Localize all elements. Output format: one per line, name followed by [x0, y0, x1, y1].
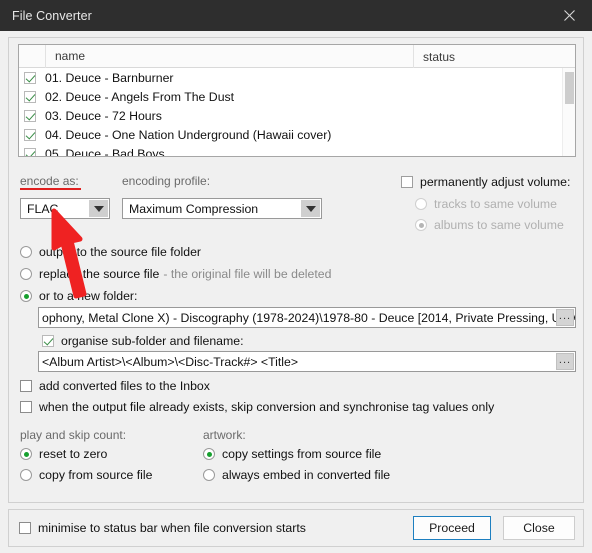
- row-checkbox[interactable]: [24, 109, 36, 122]
- checkbox-box[interactable]: [401, 176, 413, 188]
- radio-circle[interactable]: [20, 448, 32, 460]
- file-list-body: 01. Deuce - Barnburner 02. Deuce - Angel…: [19, 68, 575, 157]
- encode-as-underline-annotation: [20, 188, 81, 190]
- encode-as-label: encode as:: [20, 174, 79, 188]
- replace-source-file-hint: - the original file will be deleted: [163, 267, 332, 281]
- column-header-status[interactable]: status: [413, 45, 455, 68]
- row-checkbox[interactable]: [24, 90, 36, 103]
- table-row[interactable]: 03. Deuce - 72 Hours: [19, 106, 575, 125]
- row-checkbox[interactable]: [24, 147, 36, 156]
- radio-circle[interactable]: [203, 448, 215, 460]
- new-folder-radio[interactable]: or to a new folder:: [20, 289, 137, 303]
- file-list[interactable]: name status 01. Deuce - Barnburner 02. D…: [18, 44, 576, 157]
- minimise-to-status-bar-label: minimise to status bar when file convers…: [38, 521, 306, 535]
- albums-to-same-volume-label: albums to same volume: [434, 218, 564, 232]
- radio-circle[interactable]: [203, 469, 215, 481]
- radio-circle[interactable]: [20, 268, 32, 280]
- reset-to-zero-radio[interactable]: reset to zero: [20, 447, 107, 461]
- browse-folder-button[interactable]: ...: [556, 309, 574, 326]
- client-area: name status 01. Deuce - Barnburner 02. D…: [0, 31, 592, 553]
- file-converter-window: File Converter name status 01. Deuce - B…: [0, 0, 592, 553]
- artwork-title: artwork:: [203, 428, 246, 442]
- output-folder-value: ophony, Metal Clone X) - Discography (19…: [42, 310, 575, 325]
- encoding-profile-label: encoding profile:: [122, 174, 211, 188]
- copy-from-source-radio[interactable]: copy from source file: [20, 468, 152, 482]
- table-row[interactable]: 05. Deuce - Bad Boys: [19, 144, 575, 157]
- organise-subfolder-label: organise sub-folder and filename:: [61, 334, 244, 348]
- reset-to-zero-label: reset to zero: [39, 447, 108, 461]
- close-icon[interactable]: [546, 0, 592, 31]
- row-name: 01. Deuce - Barnburner: [45, 70, 174, 85]
- close-button[interactable]: Close: [503, 516, 575, 540]
- table-row[interactable]: 01. Deuce - Barnburner: [19, 68, 575, 87]
- settings-panel: name status 01. Deuce - Barnburner 02. D…: [8, 37, 584, 503]
- chevron-down-icon[interactable]: [89, 200, 108, 217]
- row-checkbox[interactable]: [24, 71, 36, 84]
- chevron-down-icon[interactable]: [301, 200, 320, 217]
- row-name: 04. Deuce - One Nation Underground (Hawa…: [45, 127, 332, 142]
- organise-subfolder-checkbox[interactable]: organise sub-folder and filename:: [42, 334, 244, 348]
- row-name: 02. Deuce - Angels From The Dust: [45, 89, 235, 104]
- copy-from-source-label: copy from source file: [39, 468, 153, 482]
- radio-circle[interactable]: [415, 219, 427, 231]
- add-to-inbox-checkbox[interactable]: add converted files to the Inbox: [20, 379, 210, 393]
- column-header-name[interactable]: name: [45, 45, 85, 67]
- radio-circle[interactable]: [20, 469, 32, 481]
- window-title: File Converter: [12, 8, 92, 23]
- copy-artwork-settings-label: copy settings from source file: [222, 447, 382, 461]
- radio-circle[interactable]: [20, 246, 32, 258]
- checkbox-box[interactable]: [42, 335, 54, 347]
- encode-as-dropdown[interactable]: FLAC: [20, 198, 110, 219]
- footer-bar: minimise to status bar when file convers…: [8, 509, 584, 547]
- radio-circle[interactable]: [20, 290, 32, 302]
- scrollbar-thumb[interactable]: [565, 72, 574, 104]
- filename-pattern-browse-button[interactable]: ...: [556, 353, 574, 370]
- skip-existing-checkbox[interactable]: when the output file already exists, ski…: [20, 400, 494, 414]
- row-name: 03. Deuce - 72 Hours: [45, 108, 162, 123]
- close-glyph: [563, 10, 575, 21]
- new-folder-label: or to a new folder:: [39, 289, 138, 303]
- encode-as-value: FLAC: [27, 201, 59, 216]
- permanently-adjust-volume-checkbox[interactable]: permanently adjust volume:: [401, 175, 570, 189]
- albums-to-same-volume-radio[interactable]: albums to same volume: [415, 218, 564, 232]
- skip-existing-label: when the output file already exists, ski…: [39, 400, 495, 414]
- copy-artwork-settings-radio[interactable]: copy settings from source file: [203, 447, 381, 461]
- encoding-profile-value: Maximum Compression: [129, 201, 259, 216]
- always-embed-artwork-radio[interactable]: always embed in converted file: [203, 468, 390, 482]
- proceed-button[interactable]: Proceed: [413, 516, 491, 540]
- play-skip-count-title: play and skip count:: [20, 428, 127, 442]
- checkbox-box[interactable]: [19, 522, 31, 534]
- output-folder-input[interactable]: ophony, Metal Clone X) - Discography (19…: [38, 307, 576, 328]
- always-embed-artwork-label: always embed in converted file: [222, 468, 391, 482]
- tracks-to-same-volume-label: tracks to same volume: [434, 197, 558, 211]
- checkbox-box[interactable]: [20, 380, 32, 392]
- output-to-source-folder-label: output to the source file folder: [39, 245, 202, 259]
- tracks-to-same-volume-radio[interactable]: tracks to same volume: [415, 197, 557, 211]
- column-header-check[interactable]: [19, 45, 46, 68]
- filename-pattern-value: <Album Artist>\<Album>\<Disc-Track#> <Ti…: [42, 354, 299, 369]
- row-checkbox[interactable]: [24, 128, 36, 141]
- permanently-adjust-volume-label: permanently adjust volume:: [420, 175, 571, 189]
- filename-pattern-input[interactable]: <Album Artist>\<Album>\<Disc-Track#> <Ti…: [38, 351, 576, 372]
- replace-source-file-radio[interactable]: replace the source file - the original f…: [20, 267, 331, 281]
- add-to-inbox-label: add converted files to the Inbox: [39, 379, 210, 393]
- file-list-header: name status: [19, 45, 575, 68]
- minimise-to-status-bar-checkbox[interactable]: minimise to status bar when file convers…: [19, 521, 306, 535]
- encoding-profile-dropdown[interactable]: Maximum Compression: [122, 198, 322, 219]
- output-to-source-folder-radio[interactable]: output to the source file folder: [20, 245, 201, 259]
- title-bar: File Converter: [0, 0, 592, 31]
- replace-source-file-label: replace the source file: [39, 267, 160, 281]
- table-row[interactable]: 02. Deuce - Angels From The Dust: [19, 87, 575, 106]
- radio-circle[interactable]: [415, 198, 427, 210]
- file-list-scrollbar[interactable]: [562, 68, 575, 156]
- row-name: 05. Deuce - Bad Boys: [45, 146, 165, 157]
- table-row[interactable]: 04. Deuce - One Nation Underground (Hawa…: [19, 125, 575, 144]
- checkbox-box[interactable]: [20, 401, 32, 413]
